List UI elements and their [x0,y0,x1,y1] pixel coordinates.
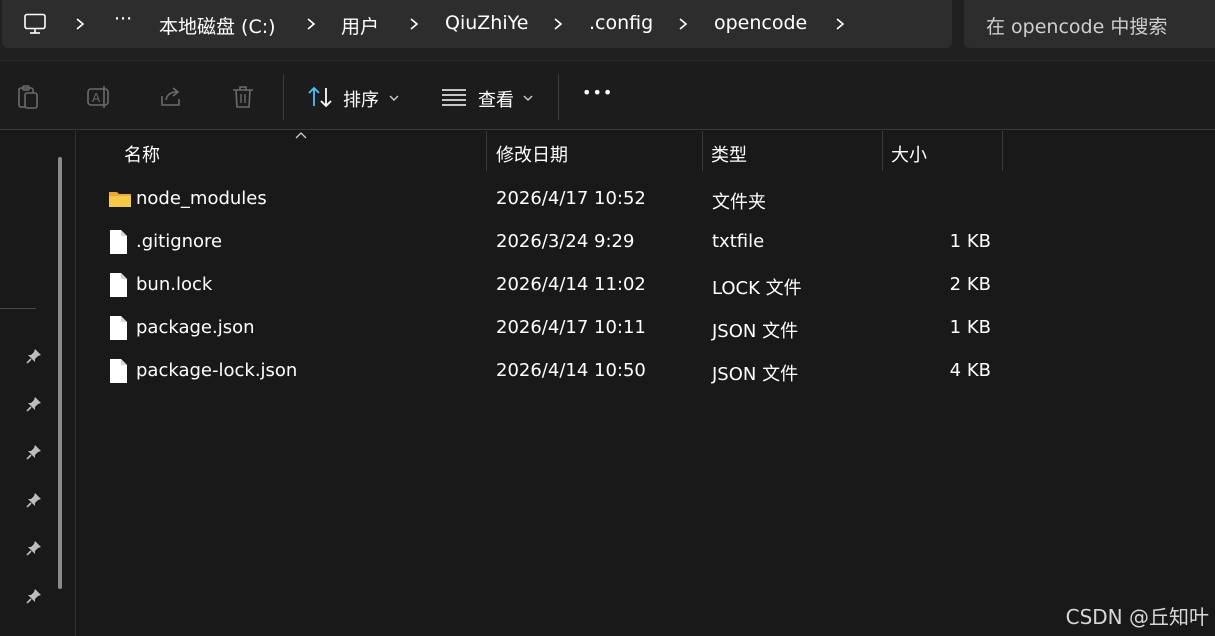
column-divider[interactable] [702,131,703,171]
chevron-down-icon [389,95,399,101]
view-list-icon [442,89,466,106]
chevron-right-icon[interactable] [304,14,318,34]
file-row[interactable]: package.json 2026/4/17 10:11 JSON 文件 1 K… [77,307,1215,350]
file-modified: 2026/3/24 9:29 [496,231,635,252]
column-header-row: 名称 修改日期 类型 大小 [77,131,1215,171]
more-options-button[interactable]: ••• [582,83,613,102]
share-icon[interactable] [158,84,184,110]
sort-icon [308,86,332,108]
file-type: LOCK 文件 [712,278,802,299]
toolbar-divider [558,74,559,120]
column-divider[interactable] [486,131,487,171]
file-icon [110,230,127,254]
breadcrumb-item-users[interactable]: 用户 [341,12,379,39]
file-size: 4 KB [949,360,991,381]
sort-button[interactable]: 排序 [300,71,410,121]
folder-icon [109,192,131,207]
file-name: package-lock.json [136,360,298,381]
file-icon [110,359,127,383]
file-name: bun.lock [136,274,213,295]
chevron-down-icon [523,95,533,101]
breadcrumb[interactable]: ··· 本地磁盘 (C:) 用户 QiuZhiYe .config openco… [2,0,952,48]
file-size: 1 KB [949,231,991,252]
file-row[interactable]: bun.lock 2026/4/14 11:02 LOCK 文件 2 KB [77,264,1215,307]
file-modified: 2026/4/17 10:11 [496,317,646,338]
toolbar-divider [283,74,284,120]
file-row[interactable]: .gitignore 2026/3/24 9:29 txtfile 1 KB [77,221,1215,264]
navigation-pane [0,131,76,636]
file-name: .gitignore [136,231,223,252]
breadcrumb-more[interactable]: ··· [114,8,132,30]
column-header-name[interactable]: 名称 [124,141,160,167]
chevron-right-icon[interactable] [407,14,421,34]
chevron-right-icon [76,18,85,30]
nav-divider [0,308,36,309]
file-name: package.json [136,317,255,338]
file-modified: 2026/4/17 10:52 [496,188,646,209]
paste-icon[interactable] [15,84,41,110]
search-input[interactable]: 在 opencode 中搜索 [964,0,1215,48]
chevron-right-icon[interactable] [551,14,565,34]
breadcrumb-item-opencode[interactable]: opencode [714,12,807,34]
column-header-modified[interactable]: 修改日期 [496,141,568,167]
watermark: CSDN @丘知叶 [1065,605,1209,629]
pin-icon[interactable] [25,395,43,413]
column-header-type[interactable]: 类型 [711,141,747,167]
column-divider[interactable] [1002,131,1003,171]
delete-icon[interactable] [230,84,256,110]
file-type: JSON 文件 [712,364,799,385]
chevron-right-icon[interactable] [833,14,847,34]
file-icon [110,273,127,297]
sort-label: 排序 [343,90,379,111]
view-button[interactable]: 查看 [432,71,542,121]
pin-icon[interactable] [25,443,43,461]
svg-text:A: A [92,91,101,105]
pin-icon[interactable] [25,491,43,509]
file-type: 文件夹 [712,192,766,213]
command-bar: A 排序 查看 ••• [0,60,1215,130]
breadcrumb-item-user[interactable]: QiuZhiYe [445,12,528,34]
file-name: node_modules [136,188,267,209]
chevron-right-icon[interactable] [676,14,690,34]
file-row[interactable]: node_modules 2026/4/17 10:52 文件夹 [77,178,1215,221]
file-size: 1 KB [949,317,991,338]
file-type: txtfile [712,231,765,252]
column-divider[interactable] [882,131,883,171]
breadcrumb-item-drive[interactable]: 本地磁盘 (C:) [159,12,276,39]
file-row[interactable]: package-lock.json 2026/4/14 10:50 JSON 文… [77,350,1215,393]
view-label: 查看 [478,90,514,111]
pin-icon[interactable] [25,347,43,365]
file-size: 2 KB [949,274,991,295]
sort-ascending-icon [295,132,307,139]
address-bar-area: ··· 本地磁盘 (C:) 用户 QiuZhiYe .config openco… [0,0,1215,60]
column-header-size[interactable]: 大小 [891,141,927,167]
this-pc-icon[interactable] [23,13,47,35]
pin-icon[interactable] [25,587,43,605]
file-type: JSON 文件 [712,321,799,342]
breadcrumb-item-config[interactable]: .config [589,12,653,34]
pin-icon[interactable] [25,539,43,557]
file-modified: 2026/4/14 11:02 [496,274,646,295]
search-placeholder: 在 opencode 中搜索 [986,16,1168,38]
scrollbar[interactable] [58,157,62,589]
file-icon [110,316,127,340]
file-modified: 2026/4/14 10:50 [496,360,646,381]
rename-icon[interactable]: A [86,84,112,110]
